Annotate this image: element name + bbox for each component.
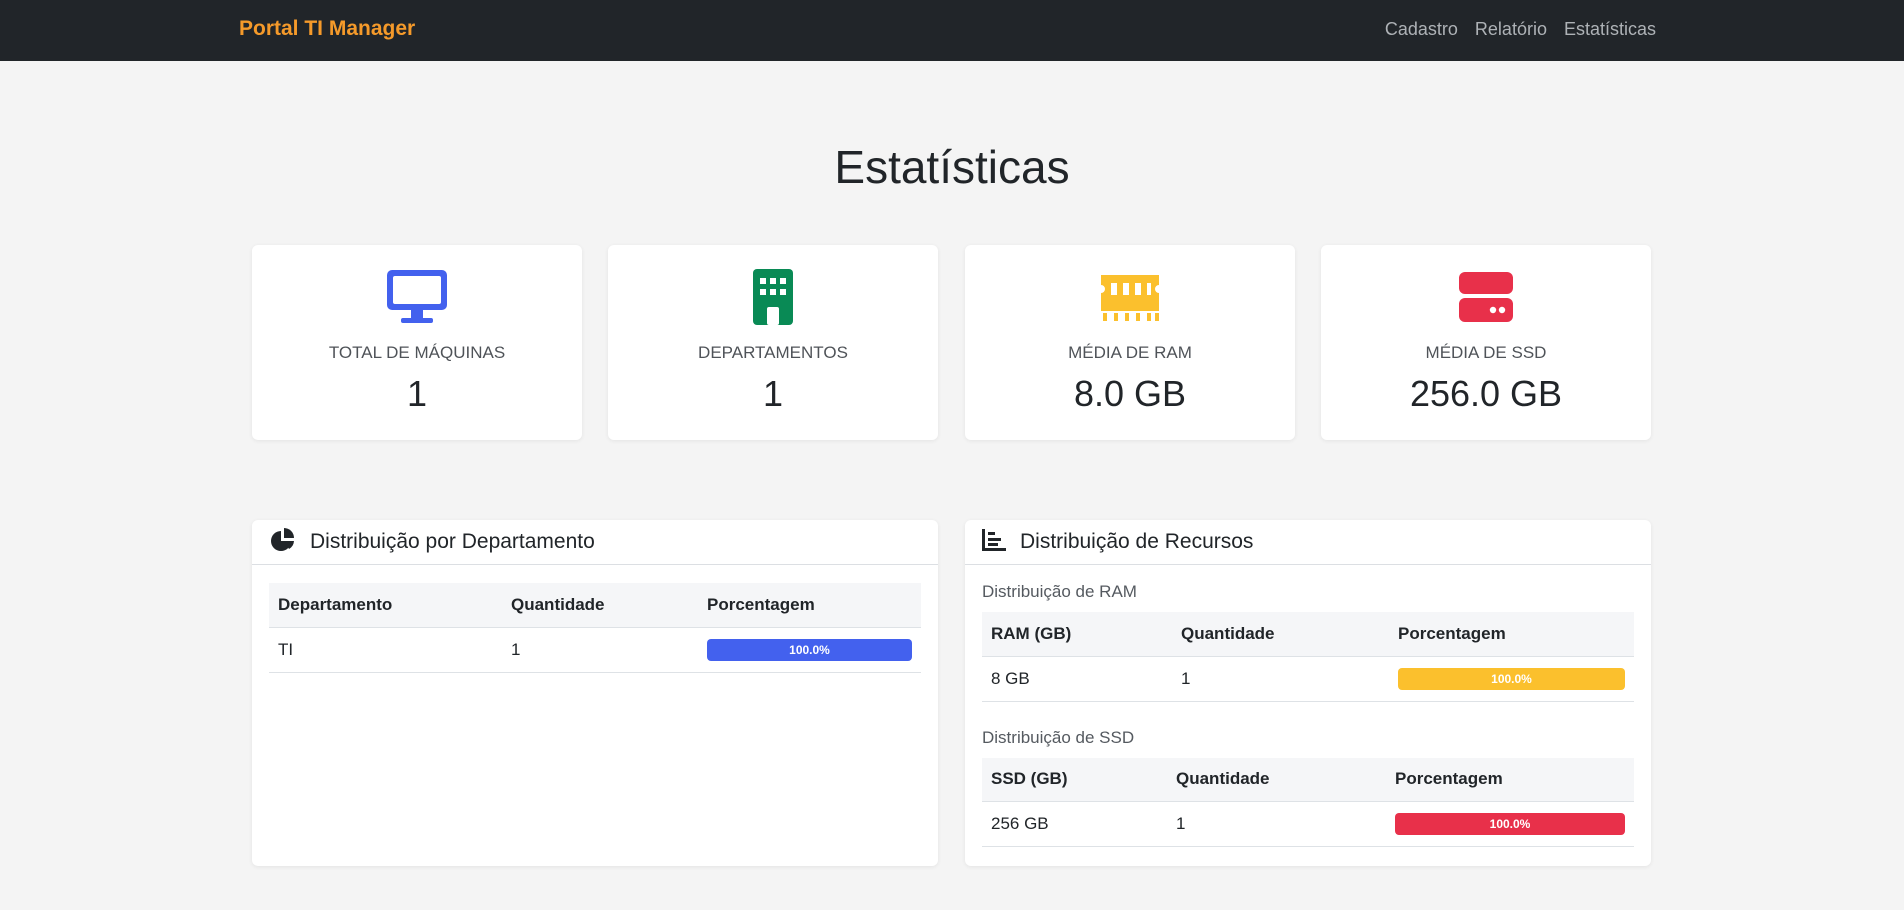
percentage-cell: 100.0% [698,627,921,673]
stat-card-ssd-average: Média de SSD 256.0 GB [1321,245,1651,440]
column-header: Departamento [269,583,502,628]
stat-label: Total de Máquinas [328,343,506,362]
column-header: Quantidade [1167,757,1386,802]
percentage-cell: 100.0% [1389,656,1634,702]
panel-title: Distribuição por Departamento [310,530,595,553]
progress-bar: 100.0% [1398,667,1625,690]
pie-chart-icon [270,527,310,557]
column-header: Porcentagem [1389,612,1634,657]
nav-link-estatisticas[interactable]: Estatísticas [1564,19,1656,40]
bar-chart-icon [982,528,1020,556]
navbar: Portal TI Manager Cadastro Relatório Est… [0,0,1904,61]
ssd-size: 256 GB [982,801,1167,847]
progress-bar: 100.0% [707,638,912,661]
ssd-count: 1 [1167,801,1386,847]
ram-distribution-subtitle: Distribuição de RAM [982,582,1137,601]
stat-value: 256.0 GB [1409,373,1563,414]
nav-link-cadastro[interactable]: Cadastro [1385,19,1458,40]
column-header: SSD (GB) [982,757,1167,802]
panel-header: Distribuição de Recursos [965,520,1651,565]
stat-card-total-machines: Total de Máquinas 1 [252,245,582,440]
progress-bar: 100.0% [1395,813,1625,835]
stat-card-ram-average: Média de RAM 8.0 GB [965,245,1295,440]
stat-value: 8.0 GB [1073,373,1187,414]
ssd-table: SSD (GB) Quantidade Porcentagem 256 GB 1… [982,757,1634,847]
ram-table: RAM (GB) Quantidade Porcentagem 8 GB 1 1… [982,612,1634,702]
nav-links: Cadastro Relatório Estatísticas [1385,19,1656,40]
column-header: Quantidade [502,583,698,628]
column-header: Porcentagem [1386,757,1634,802]
stat-label: Média de RAM [1068,343,1192,362]
ram-count: 1 [1172,656,1389,702]
table-header-row: RAM (GB) Quantidade Porcentagem [982,612,1634,657]
ram-size: 8 GB [982,656,1172,702]
table-row: 256 GB 1 100.0% [982,801,1634,847]
progress-label: 100.0% [1491,671,1532,686]
department-name: TI [269,627,502,673]
nav-link-relatorio[interactable]: Relatório [1475,19,1547,40]
hdd-icon [1321,269,1651,329]
department-distribution-panel: Distribuição por Departamento Departamen… [252,520,938,866]
brand-logo[interactable]: Portal TI Manager [239,17,415,41]
stat-value: 1 [762,373,784,414]
panel-header: Distribuição por Departamento [252,520,938,565]
department-count: 1 [502,627,698,673]
progress-label: 100.0% [1489,817,1531,831]
ssd-distribution-subtitle: Distribuição de SSD [982,727,1135,747]
table-row: TI 1 100.0% [269,627,921,673]
building-icon [608,269,938,329]
department-table: Departamento Quantidade Porcentagem TI 1… [269,583,921,673]
memory-icon [965,269,1295,329]
table-row: 8 GB 1 100.0% [982,656,1634,702]
table-header-row: SSD (GB) Quantidade Porcentagem [982,757,1634,802]
stat-label: Média de SSD [1425,343,1547,362]
percentage-cell: 100.0% [1386,801,1634,847]
stat-label: Departamentos [698,343,848,362]
stat-card-departments: Departamentos 1 [608,245,938,440]
page-title: Estatísticas [834,141,1070,193]
progress-label: 100.0% [789,642,830,657]
column-header: RAM (GB) [982,612,1172,657]
desktop-icon [252,269,582,329]
column-header: Porcentagem [698,583,921,628]
table-header-row: Departamento Quantidade Porcentagem [269,583,921,628]
stat-value: 1 [406,373,428,414]
panel-title: Distribuição de Recursos [1020,530,1254,553]
resources-distribution-panel: Distribuição de Recursos Distribuição de… [965,520,1651,866]
column-header: Quantidade [1172,612,1389,657]
